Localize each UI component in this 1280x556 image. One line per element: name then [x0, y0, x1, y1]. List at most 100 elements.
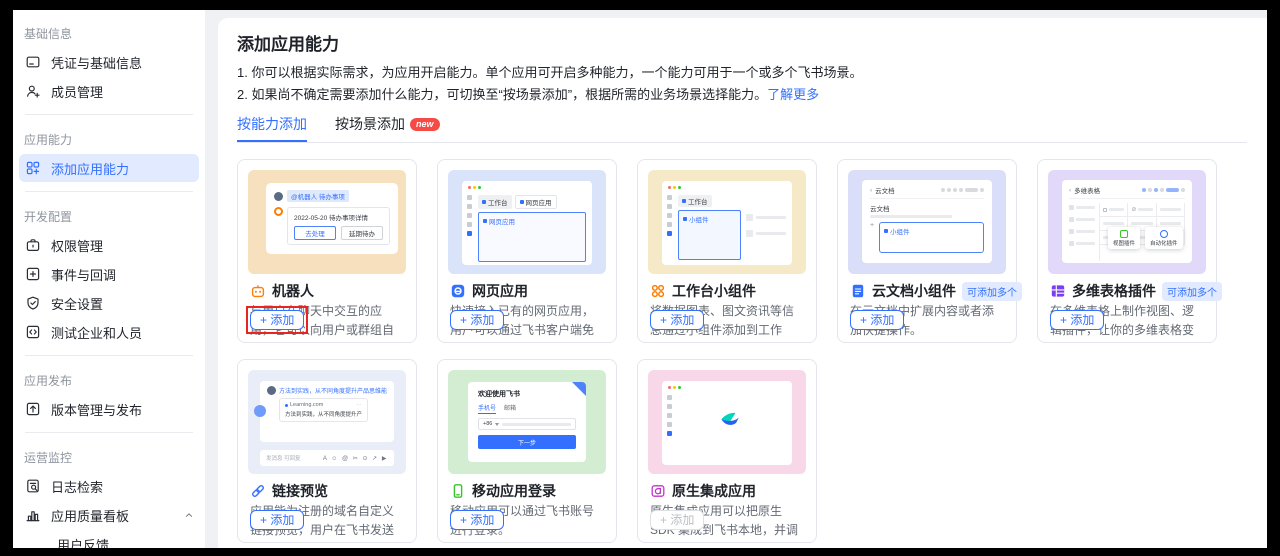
avatar — [274, 191, 283, 201]
base-table-icon — [1050, 283, 1066, 299]
grid-plus-icon — [25, 160, 41, 176]
mobile-login-preview: 欢迎使用飞书 手机号 邮箱 +86 下一步 — [448, 370, 606, 474]
card-title: 链接预览 — [272, 483, 328, 499]
card-title: 原生集成应用 — [672, 483, 756, 499]
sidebar-item-add-capability[interactable]: 添加应用能力 — [19, 154, 199, 182]
card-base-plugin: ‹ 多维表格 ⊘ 视图插件 自动化插件 多维表格插件 可添加多个 在多维表格上制… — [1037, 159, 1222, 343]
main-area: 添加应用能力 1. 你可以根据实际需求，为应用开启能力。单个应用可开启多种能力，… — [205, 10, 1267, 548]
sidebar-item-label: 添加应用能力 — [51, 161, 130, 177]
card-mobile-login: 欢迎使用飞书 手机号 邮箱 +86 下一步 移动应用登录 移动应用可以通过飞书账号… — [437, 359, 617, 543]
add-mobile-login-button[interactable]: + 添加 — [450, 510, 505, 530]
robot-icon — [250, 283, 266, 299]
view-plugin-icon — [1120, 230, 1128, 238]
sidebar-item-security[interactable]: 安全设置 — [19, 289, 199, 317]
sidebar: 基础信息 凭证与基础信息 成员管理 应用能力 添加应用能力 开发配置 权限管理 … — [13, 10, 205, 548]
tab-by-capability[interactable]: 按能力添加 — [237, 114, 307, 142]
sidebar-item-label: 成员管理 — [51, 84, 104, 100]
chevron-up-icon — [183, 509, 195, 521]
page-title: 添加应用能力 — [237, 35, 339, 54]
card-title: 工作台小组件 — [672, 283, 756, 299]
sidebar-section-basic-info: 基础信息 — [24, 27, 73, 41]
docs-widget-preview: ‹ 云文档 云文档 + 小组件 — [848, 170, 1006, 274]
learn-more-link[interactable]: 了解更多 — [767, 87, 819, 102]
traffic-lights-icon — [668, 186, 681, 189]
webapp-icon — [450, 283, 466, 299]
card-docs-widget: ‹ 云文档 云文档 + 小组件 云文档小组件 可添加多个 在云文档中扩展内容或者… — [837, 159, 1022, 343]
dropdown-caret-icon — [495, 422, 500, 426]
sidebar-section-dev-config: 开发配置 — [24, 210, 73, 224]
sidebar-item-credentials[interactable]: 凭证与基础信息 — [19, 48, 199, 76]
app-window: 基础信息 凭证与基础信息 成员管理 应用能力 添加应用能力 开发配置 权限管理 … — [13, 10, 1267, 548]
sidebar-item-label: 权限管理 — [51, 238, 104, 254]
sidebar-item-label: 日志检索 — [51, 479, 104, 495]
main-panel: 添加应用能力 1. 你可以根据实际需求，为应用开启能力。单个应用可开启多种能力，… — [218, 18, 1267, 548]
sidebar-item-permissions[interactable]: 权限管理 — [19, 231, 199, 259]
workplace-widget-icon — [650, 283, 666, 299]
sidebar-item-label: 测试企业和人员 — [51, 325, 143, 341]
card-title: 云文档小组件 — [872, 283, 956, 299]
bot-preview: @机器人 待办事项 2022-05-20 待办事项详情 去处理 延期待办 — [248, 170, 406, 274]
native-app-icon — [650, 483, 666, 499]
doc-icon — [850, 283, 866, 299]
mobile-icon — [450, 483, 466, 499]
webapp-preview: 工作台 网页应用 网页应用 — [448, 170, 606, 274]
instruction-line-2: 2. 如果尚不确定需要添加什么能力，可切换至“按场景添加”，根据所需的业务场景选… — [237, 87, 820, 102]
sidebar-item-label: 事件与回调 — [51, 267, 117, 283]
bot-avatar-icon — [274, 207, 283, 216]
instruction-line-1: 1. 你可以根据实际需求，为应用开启能力。单个应用可开启多种能力，一个能力可用于… — [237, 65, 863, 80]
code-icon — [25, 324, 41, 340]
card-title: 机器人 — [272, 283, 314, 299]
automation-plugin-chip: 自动化插件 — [1145, 227, 1183, 249]
sidebar-item-label: 应用质量看板 — [51, 508, 130, 524]
sidebar-item-log-search[interactable]: 日志检索 — [19, 472, 199, 500]
multi-add-badge: 可添加多个 — [962, 281, 1022, 301]
sidebar-item-user-feedback[interactable]: 用户反馈 — [19, 530, 199, 549]
forbidden-icon: ⊘ — [1131, 207, 1137, 213]
tab-bar: 按能力添加 按场景添加 new — [237, 114, 1247, 143]
sidebar-item-events[interactable]: 事件与回调 — [19, 260, 199, 288]
add-native-app-button-disabled[interactable]: + 添加 — [650, 510, 705, 530]
add-base-plugin-button[interactable]: + 添加 — [1050, 310, 1105, 330]
sidebar-section-monitoring: 运营监控 — [24, 451, 73, 465]
sidebar-section-release: 应用发布 — [24, 374, 73, 388]
checkbox-icon — [1103, 207, 1107, 212]
multi-add-badge: 可添加多个 — [1162, 281, 1222, 301]
add-bot-button[interactable]: + 添加 — [250, 310, 305, 330]
capability-grid: @机器人 待办事项 2022-05-20 待办事项详情 去处理延期待办 机器人 — [237, 159, 1247, 543]
sidebar-item-label: 安全设置 — [51, 296, 104, 312]
card-bot: @机器人 待办事项 2022-05-20 待办事项详情 去处理延期待办 机器人 — [237, 159, 417, 343]
sidebar-item-label: 凭证与基础信息 — [51, 55, 143, 71]
add-workplace-widget-button[interactable]: + 添加 — [650, 310, 705, 330]
member-add-icon — [25, 83, 41, 99]
sidebar-item-version-release[interactable]: 版本管理与发布 — [19, 395, 199, 423]
corner-ribbon-icon — [572, 382, 586, 396]
card-webapp: 工作台 网页应用 网页应用 网页应用 快速接入已有的网页应用，用户可以通过飞书客户… — [437, 159, 617, 343]
sidebar-item-label: 版本管理与发布 — [51, 402, 143, 418]
link-icon — [250, 483, 266, 499]
base-plugin-preview: ‹ 多维表格 ⊘ 视图插件 自动化插件 — [1048, 170, 1206, 274]
card-title: 移动应用登录 — [472, 483, 556, 499]
preview-image-placeholder — [254, 405, 266, 417]
sidebar-divider — [25, 191, 193, 192]
card-native-app: 原生集成应用 原生集成应用可以把原生 SDK 集成到飞书本地，并调用其中的对应方… — [637, 359, 817, 543]
traffic-lights-icon — [468, 186, 481, 189]
sidebar-divider — [25, 114, 193, 115]
traffic-lights-icon — [668, 386, 681, 389]
log-search-icon — [25, 478, 41, 494]
tab-by-scenario[interactable]: 按场景添加 new — [335, 114, 440, 142]
workplace-widget-preview: 工作台 小组件 — [648, 170, 806, 274]
new-badge: new — [410, 117, 440, 131]
message-toolbar-icons: A ☺ @ ✂ ⊙ ↗ ▶ — [322, 455, 388, 462]
id-card-icon — [25, 54, 41, 70]
sidebar-item-test-enterprise[interactable]: 测试企业和人员 — [19, 318, 199, 346]
add-webapp-button[interactable]: + 添加 — [450, 310, 505, 330]
shield-check-icon — [25, 295, 41, 311]
add-docs-widget-button[interactable]: + 添加 — [850, 310, 905, 330]
publish-icon — [25, 401, 41, 417]
sidebar-item-members[interactable]: 成员管理 — [19, 77, 199, 105]
bar-chart-icon — [25, 507, 41, 523]
card-title: 网页应用 — [472, 283, 528, 299]
add-link-preview-button[interactable]: + 添加 — [250, 510, 305, 530]
card-link-preview: 方法到实践，从不同角度提升产品思维能力！ Learning.com⋯ 方法到实践… — [237, 359, 417, 543]
sidebar-item-quality-dashboard[interactable]: 应用质量看板 — [19, 501, 199, 529]
